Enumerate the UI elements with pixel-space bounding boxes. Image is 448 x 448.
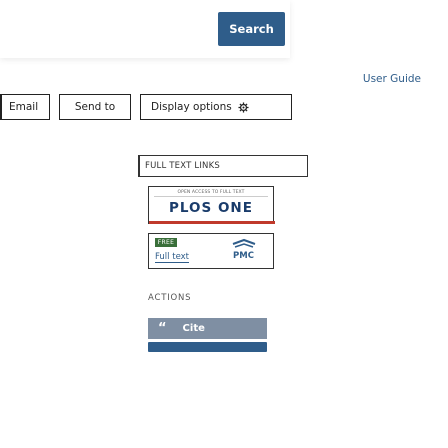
actions-heading: ACTIONS [148, 293, 192, 303]
email-label: Email [9, 101, 39, 113]
gear-icon [238, 101, 249, 113]
send-to-button[interactable]: Send to [59, 94, 131, 120]
pmc-link[interactable]: FREE Full text PMC [148, 233, 274, 269]
plos-one-link[interactable]: OPEN ACCESS TO FULL TEXT PLOS ONE [148, 186, 275, 224]
full-text-links-heading[interactable]: FULL TEXT LINKS [138, 155, 308, 177]
full-text-label: Full text [155, 252, 190, 263]
display-options-button[interactable]: Display options [140, 94, 292, 120]
box-edge [138, 155, 140, 177]
header: Search User Guide [0, 0, 448, 92]
plos-strip-text: OPEN ACCESS TO FULL TEXT [154, 190, 268, 197]
search-area: Search [0, 0, 290, 58]
plos-accent-bar [149, 221, 275, 224]
plos-one-logo: PLOS ONE [169, 200, 253, 216]
quote-icon: “ [158, 321, 167, 336]
user-guide-link[interactable]: User Guide [363, 73, 421, 85]
pmc-logo-text: PMC [233, 251, 254, 261]
free-badge: FREE [155, 238, 177, 247]
collections-button[interactable] [148, 342, 267, 352]
cite-label: Cite [182, 323, 205, 334]
send-to-label: Send to [74, 101, 116, 113]
email-button[interactable]: Email [0, 94, 50, 120]
search-button[interactable]: Search [218, 12, 285, 46]
full-text-links-label: FULL TEXT LINKS [145, 161, 220, 171]
cite-button[interactable]: “ Cite [148, 318, 267, 339]
display-options-label: Display options [151, 101, 232, 113]
